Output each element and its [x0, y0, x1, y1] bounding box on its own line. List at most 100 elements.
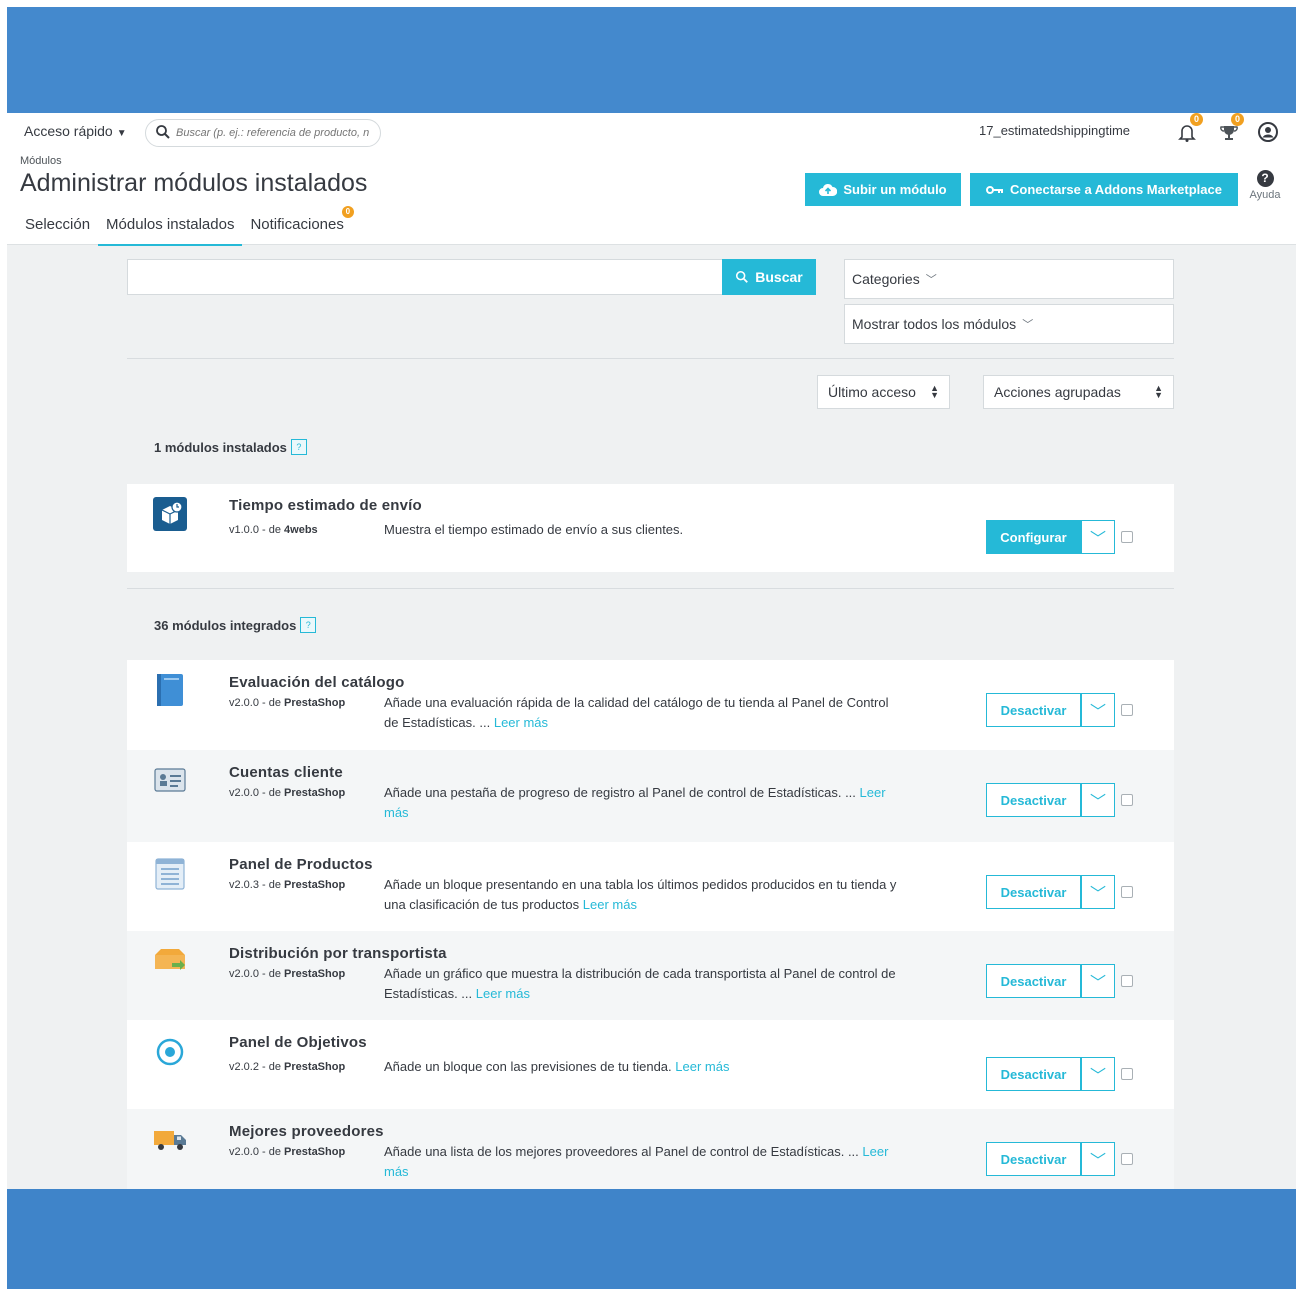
chevron-down-icon: ﹀ — [1022, 319, 1034, 331]
categories-label: Categories — [852, 271, 920, 287]
help-icon: ? — [1256, 170, 1274, 187]
header-search-input[interactable] — [174, 122, 378, 144]
module-actions: Desactivar ﹀ — [986, 875, 1133, 909]
module-checkbox[interactable] — [1121, 886, 1133, 898]
module-checkbox[interactable] — [1121, 975, 1133, 987]
search-icon — [736, 270, 749, 283]
module-description-text: Añade una pestaña de progreso de registr… — [384, 785, 856, 800]
module-author: PrestaShop — [284, 697, 346, 709]
module-name: Panel de Productos — [229, 856, 373, 873]
read-more-link[interactable]: Leer más — [675, 1059, 729, 1074]
module-actions: Desactivar ﹀ — [986, 1142, 1133, 1176]
deactivate-button[interactable]: Desactivar — [986, 875, 1081, 909]
customer-card-icon — [154, 768, 186, 792]
module-version: v2.0.0 - de PrestaShop — [229, 787, 345, 799]
upload-module-label: Subir un módulo — [843, 182, 947, 197]
account-icon[interactable] — [1257, 121, 1279, 143]
help-tooltip-icon[interactable]: ? — [290, 439, 307, 455]
shipping-box-icon — [153, 497, 187, 531]
deactivate-button[interactable]: Desactivar — [986, 964, 1081, 998]
module-checkbox[interactable] — [1121, 794, 1133, 806]
chevron-down-icon[interactable]: ﹀ — [1081, 520, 1115, 554]
module-version-text: v2.0.0 - de — [229, 968, 281, 980]
deactivate-button[interactable]: Desactivar — [986, 1057, 1081, 1091]
module-checkbox[interactable] — [1121, 1068, 1133, 1080]
module-version: v2.0.2 - de PrestaShop — [229, 1061, 345, 1073]
catalog-book-icon — [157, 674, 183, 706]
module-version: v2.0.3 - de PrestaShop — [229, 879, 345, 891]
chevron-down-icon[interactable]: ﹀ — [1081, 693, 1115, 727]
configure-button[interactable]: Configurar — [986, 520, 1081, 554]
quick-access-menu[interactable]: Acceso rápido ▼ — [24, 123, 127, 139]
deactivate-button[interactable]: Desactivar — [986, 1142, 1081, 1176]
module-row: Cuentas cliente v2.0.0 - de PrestaShop A… — [127, 750, 1174, 842]
module-checkbox[interactable] — [1121, 704, 1133, 716]
module-version-text: v2.0.2 - de — [229, 1061, 281, 1073]
product-list-icon — [155, 858, 185, 890]
show-modules-dropdown[interactable]: Mostrar todos los módulos ﹀ — [844, 304, 1174, 344]
sort-select[interactable]: Último acceso ▲ ▼ — [817, 375, 950, 409]
module-description-text: Añade una lista de los mejores proveedor… — [384, 1144, 859, 1159]
module-version-text: v2.0.0 - de — [229, 787, 281, 799]
divider — [127, 358, 1174, 359]
module-search-button[interactable]: Buscar — [722, 259, 816, 295]
module-version: v1.0.0 - de 4webs — [229, 524, 318, 536]
quick-access-label: Acceso rápido — [24, 123, 113, 139]
admin-app: Acceso rápido▼ 17_estimatedshippingtime … — [7, 113, 1296, 1189]
bulk-actions-select[interactable]: Acciones agrupadas ▲ ▼ — [983, 375, 1174, 409]
module-row-installed: Tiempo estimado de envío v1.0.0 - de 4we… — [127, 484, 1174, 572]
divider — [127, 588, 1174, 589]
chevron-down-icon[interactable]: ﹀ — [1081, 875, 1115, 909]
module-row: Distribución por transportista v2.0.0 - … — [127, 931, 1174, 1020]
module-name: Tiempo estimado de envío — [229, 497, 422, 514]
module-name: Evaluación del catálogo — [229, 674, 405, 691]
read-more-link[interactable]: Leer más — [476, 986, 530, 1001]
chevron-down-icon[interactable]: ﹀ — [1081, 1057, 1115, 1091]
module-name: Panel de Objetivos — [229, 1034, 367, 1051]
help-tooltip-icon[interactable]: ? — [300, 617, 317, 633]
tab-selection[interactable]: Selección — [17, 211, 98, 244]
help-button[interactable]: ? Ayuda — [1245, 170, 1285, 201]
module-version-text: v1.0.0 - de — [229, 524, 281, 536]
builtin-count-label: 36 módulos integrados — [154, 617, 297, 633]
tab-notifications-label: Notificaciones — [250, 216, 344, 233]
chevron-down-icon: ﹀ — [925, 274, 937, 286]
connect-addons-button[interactable]: Conectarse a Addons Marketplace — [970, 173, 1238, 206]
deactivate-button[interactable]: Desactivar — [986, 783, 1081, 817]
module-description: Añade un bloque con las previsiones de t… — [384, 1057, 904, 1077]
module-name: Mejores proveedores — [229, 1123, 384, 1140]
header-search[interactable] — [145, 119, 381, 147]
tab-notifications[interactable]: Notificaciones 0 — [242, 206, 354, 244]
shop-name-link[interactable]: 17_estimatedshippingtime — [979, 123, 1130, 138]
categories-dropdown[interactable]: Categories ﹀ — [844, 259, 1174, 299]
module-search-input[interactable] — [127, 259, 723, 295]
installed-modules-title: 1 módulos instalados ? — [154, 439, 307, 455]
tab-installed-modules[interactable]: Módulos instalados — [98, 211, 243, 246]
sort-label: Último acceso — [828, 384, 916, 400]
caret-down-icon: ▼ — [116, 128, 127, 139]
module-author: 4webs — [284, 524, 318, 536]
module-actions: Configurar ﹀ — [986, 520, 1133, 554]
chevron-down-icon[interactable]: ﹀ — [1081, 783, 1115, 817]
module-description: Añade una pestaña de progreso de registr… — [384, 783, 904, 823]
upload-module-button[interactable]: Subir un módulo — [805, 173, 961, 206]
read-more-link[interactable]: Leer más — [494, 715, 548, 730]
module-version-text: v2.0.0 - de — [229, 1146, 281, 1158]
module-checkbox[interactable] — [1121, 1153, 1133, 1165]
module-tabs: Selección Módulos instalados Notificacio… — [17, 206, 354, 246]
deactivate-button[interactable]: Desactivar — [986, 693, 1081, 727]
top-frame-band — [7, 7, 1296, 113]
read-more-link[interactable]: Leer más — [583, 897, 637, 912]
chevron-down-icon[interactable]: ﹀ — [1081, 1142, 1115, 1176]
installed-count-label: 1 módulos instalados — [154, 439, 287, 455]
delivery-truck-icon — [154, 1131, 186, 1150]
cloud-upload-icon — [819, 183, 838, 196]
module-checkbox[interactable] — [1121, 531, 1133, 543]
module-actions: Desactivar ﹀ — [986, 964, 1133, 998]
module-description-text: Añade un gráfico que muestra la distribu… — [384, 966, 896, 1001]
breadcrumb[interactable]: Módulos — [20, 155, 62, 167]
module-author: PrestaShop — [284, 787, 346, 799]
module-author: PrestaShop — [284, 968, 346, 980]
page-header: Acceso rápido▼ 17_estimatedshippingtime … — [7, 113, 1296, 246]
chevron-down-icon[interactable]: ﹀ — [1081, 964, 1115, 998]
